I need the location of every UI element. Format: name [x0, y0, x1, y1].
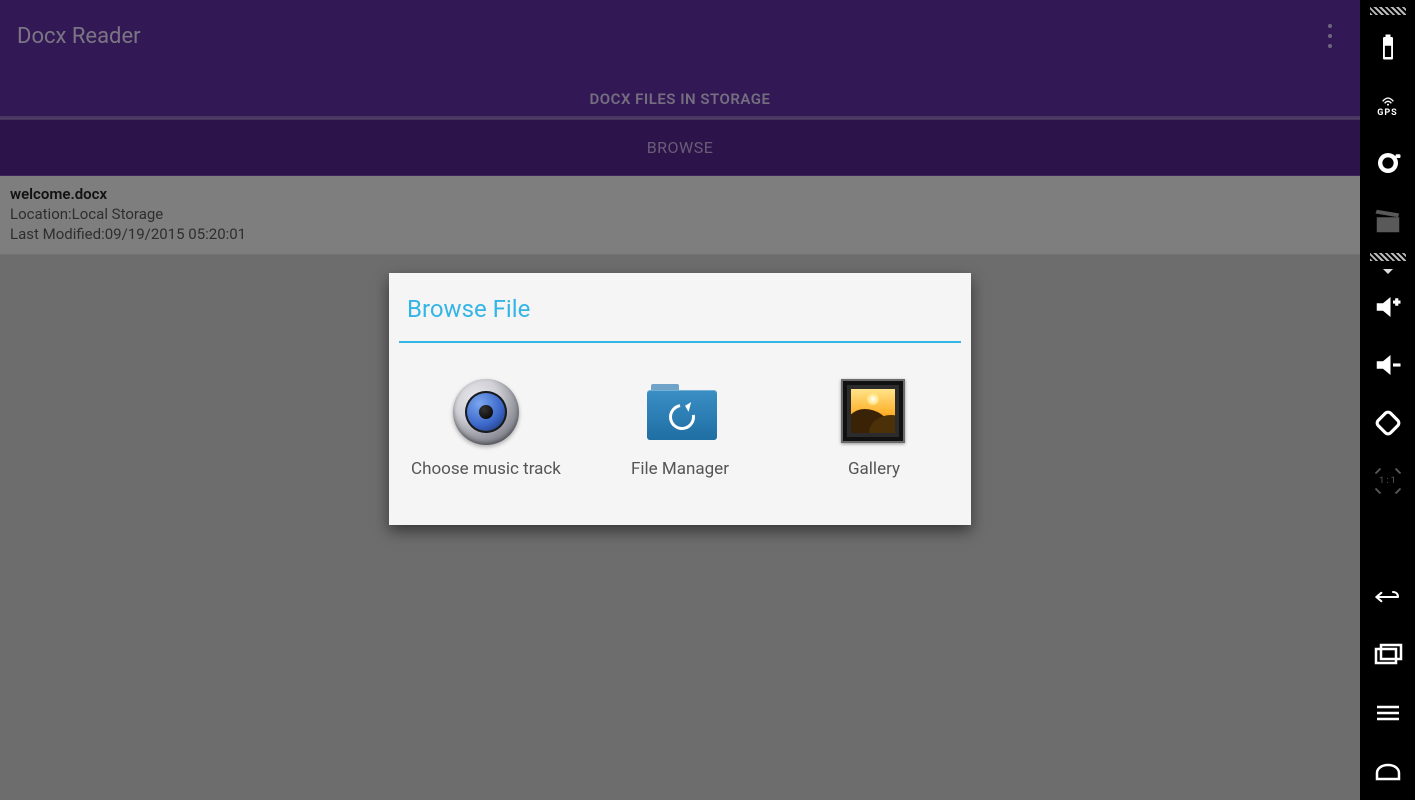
gps-icon[interactable]: GPS [1360, 76, 1415, 134]
music-track-icon [453, 379, 519, 445]
back-icon[interactable] [1360, 568, 1415, 626]
home-icon[interactable] [1360, 742, 1415, 800]
volume-down-icon[interactable] [1360, 336, 1415, 394]
option-file-manager[interactable]: File Manager [590, 379, 770, 479]
app-window: Docx Reader DOCX FILES IN STORAGE BROWSE… [0, 0, 1360, 800]
option-label: File Manager [631, 459, 729, 479]
recents-icon[interactable] [1360, 626, 1415, 684]
file-manager-icon [647, 379, 713, 445]
option-choose-music-track[interactable]: Choose music track [396, 379, 576, 479]
camera-icon[interactable] [1360, 134, 1415, 192]
sidebar-chevron [1360, 250, 1415, 264]
sidebar-top-pattern [1360, 4, 1415, 18]
gps-label: GPS [1377, 108, 1397, 118]
chevron-down-icon [1360, 264, 1415, 278]
option-label: Choose music track [411, 459, 561, 479]
emulator-sidebar: GPS 1 : 1 [1360, 0, 1415, 800]
clapperboard-icon [1360, 192, 1415, 250]
rotate-icon[interactable] [1360, 394, 1415, 452]
menu-icon[interactable] [1360, 684, 1415, 742]
browse-file-dialog: Browse File Choose music track File Mana… [389, 273, 971, 525]
option-label: Gallery [848, 459, 900, 479]
scale-label: 1 : 1 [1379, 476, 1396, 486]
battery-icon[interactable] [1360, 18, 1415, 76]
gallery-icon [841, 379, 907, 445]
dialog-title: Browse File [389, 273, 971, 341]
volume-up-icon[interactable] [1360, 278, 1415, 336]
option-gallery[interactable]: Gallery [784, 379, 964, 479]
scale-1-1-icon: 1 : 1 [1360, 452, 1415, 510]
dialog-options: Choose music track File Manager [389, 343, 971, 479]
